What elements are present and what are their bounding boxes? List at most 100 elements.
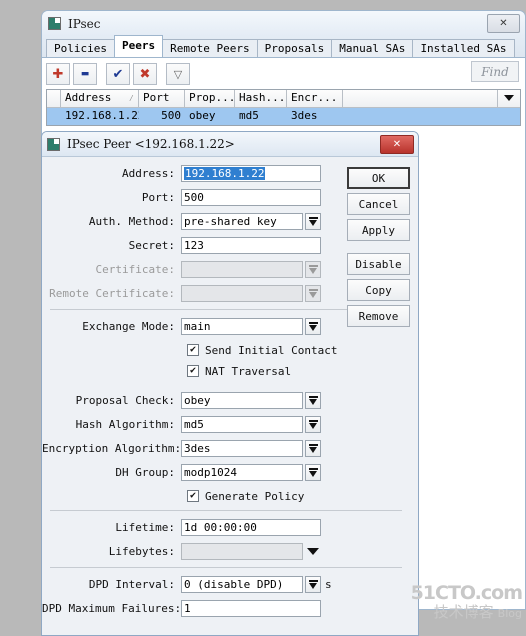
row-address: Address: 192.168.1.22 [42, 165, 358, 182]
remove-button[interactable]: Remove [347, 305, 410, 327]
dpd-max-failures-label: DPD Maximum Failures: [42, 602, 182, 615]
send-initial-contact-label: Send Initial Contact [205, 343, 338, 357]
window-title: IPsec [68, 16, 101, 31]
sort-ascending-icon: ⁄ [128, 94, 134, 104]
table-header-address[interactable]: Address ⁄ [61, 90, 139, 107]
table-header-filler [343, 90, 498, 107]
funnel-icon: ▽ [173, 67, 183, 81]
table-header-hash[interactable]: Hash... [235, 90, 287, 107]
hash-algorithm-label: Hash Algorithm: [75, 418, 175, 431]
hash-algorithm-dropdown-button[interactable] [305, 416, 321, 433]
remove-button[interactable]: ▬ [73, 63, 97, 85]
row-nat-traversal[interactable]: ✔ NAT Traversal [42, 363, 358, 379]
copy-button[interactable]: Copy [347, 279, 410, 301]
proposal-check-field[interactable]: obey [181, 392, 303, 409]
table-header-proposal[interactable]: Prop... [185, 90, 235, 107]
enable-button[interactable]: ✔ [106, 63, 130, 85]
port-label: Port: [141, 191, 175, 204]
tab-manual-sas[interactable]: Manual SAs [331, 39, 414, 57]
ok-button[interactable]: OK [347, 167, 410, 189]
row-generate-policy[interactable]: ✔ Generate Policy [42, 488, 358, 504]
row-port: Port: 500 [42, 189, 358, 206]
remote-certificate-label: Remote Certificate: [49, 287, 175, 300]
app-icon [47, 137, 60, 151]
chevron-down-icon [308, 468, 318, 477]
hash-algorithm-field[interactable]: md5 [181, 416, 303, 433]
proposal-check-dropdown-button[interactable] [305, 392, 321, 409]
secret-field[interactable]: 123 [181, 237, 321, 254]
send-initial-contact-checkbox[interactable]: ✔ [187, 344, 199, 356]
row-port: 500 [161, 109, 181, 122]
dpd-max-failures-field[interactable]: 1 [181, 600, 321, 617]
table-header-port[interactable]: Port [139, 90, 185, 107]
auth-method-field[interactable]: pre-shared key [181, 213, 303, 230]
table-header: Address ⁄ Port Prop... Hash... Encr... [47, 90, 520, 108]
divider [50, 567, 402, 568]
address-field[interactable]: 192.168.1.22 [181, 165, 321, 182]
chevron-down-icon [308, 580, 318, 589]
tab-proposals[interactable]: Proposals [256, 39, 333, 57]
row-secret: Secret: 123 [42, 237, 358, 254]
filter-button[interactable]: ▽ [166, 63, 190, 85]
table-header-encryption[interactable]: Encr... [287, 90, 343, 107]
generate-policy-checkbox[interactable]: ✔ [187, 490, 199, 502]
row-auth-method: Auth. Method: pre-shared key [42, 213, 358, 230]
disable-button[interactable]: ✖ [133, 63, 157, 85]
nat-traversal-label: NAT Traversal [205, 364, 292, 378]
exchange-mode-field[interactable]: main [181, 318, 303, 335]
row-address: 192.168.1.22 [65, 109, 139, 122]
toolbar: ✚ ▬ ✔ ✖ ▽ Find [42, 58, 525, 87]
row-send-initial-contact[interactable]: ✔ Send Initial Contact [42, 342, 358, 358]
chevron-down-icon [308, 444, 318, 453]
dpd-interval-field[interactable]: 0 (disable DPD) [181, 576, 303, 593]
tab-peers[interactable]: Peers [113, 35, 164, 57]
dpd-interval-label: DPD Interval: [88, 578, 175, 591]
dpd-interval-dropdown-button[interactable] [305, 576, 321, 593]
port-field[interactable]: 500 [181, 189, 321, 206]
lifetime-field[interactable]: 1d 00:00:00 [181, 519, 321, 536]
column-chooser-button[interactable] [498, 90, 520, 107]
dialog-button-column: OK Cancel Apply Disable Copy Remove [347, 167, 410, 331]
chevron-down-icon [308, 289, 318, 298]
close-icon[interactable]: ✕ [380, 135, 414, 154]
tab-installed-sas[interactable]: Installed SAs [412, 39, 515, 57]
lifebytes-label: Lifebytes: [108, 545, 175, 558]
table-row[interactable]: 192.168.1.22 500 obey md5 3des [47, 108, 520, 125]
address-field-value: 192.168.1.22 [184, 167, 266, 180]
row-filler [343, 108, 520, 125]
dh-group-dropdown-button[interactable] [305, 464, 321, 481]
chevron-down-icon [308, 396, 318, 405]
encryption-algorithm-field[interactable]: 3des [181, 440, 303, 457]
certificate-field [181, 261, 303, 278]
chevron-down-icon [504, 95, 514, 101]
chevron-down-icon [308, 217, 318, 226]
plus-icon: ✚ [52, 66, 64, 82]
check-icon: ✔ [112, 66, 124, 82]
remote-certificate-field [181, 285, 303, 302]
address-label: Address: [122, 167, 175, 180]
apply-button[interactable]: Apply [347, 219, 410, 241]
lifebytes-field[interactable] [181, 543, 303, 560]
lifetime-label: Lifetime: [115, 521, 175, 534]
dialog-titlebar[interactable]: IPsec Peer <192.168.1.22> ✕ [42, 132, 418, 157]
exchange-mode-label: Exchange Mode: [82, 320, 175, 333]
tab-remote-peers[interactable]: Remote Peers [162, 39, 258, 57]
dh-group-field[interactable]: modp1024 [181, 464, 303, 481]
remote-certificate-dropdown-button [305, 285, 321, 302]
auth-method-dropdown-button[interactable] [305, 213, 321, 230]
dialog-title: IPsec Peer <192.168.1.22> [67, 137, 235, 151]
row-dpd-max-failures: DPD Maximum Failures: 1 [42, 600, 358, 617]
exchange-mode-dropdown-button[interactable] [305, 318, 321, 335]
row-dh-group: DH Group: modp1024 [42, 464, 358, 481]
close-icon[interactable]: ✕ [487, 14, 520, 33]
nat-traversal-checkbox[interactable]: ✔ [187, 365, 199, 377]
tab-policies[interactable]: Policies [46, 39, 115, 57]
search-input[interactable]: Find [471, 61, 519, 82]
chevron-down-icon[interactable] [307, 548, 319, 555]
disable-button[interactable]: Disable [347, 253, 410, 275]
encryption-algorithm-dropdown-button[interactable] [305, 440, 321, 457]
add-button[interactable]: ✚ [46, 63, 70, 85]
cancel-button[interactable]: Cancel [347, 193, 410, 215]
ipsec-window-titlebar[interactable]: IPsec ✕ [42, 11, 525, 36]
row-certificate: Certificate: [42, 261, 358, 278]
